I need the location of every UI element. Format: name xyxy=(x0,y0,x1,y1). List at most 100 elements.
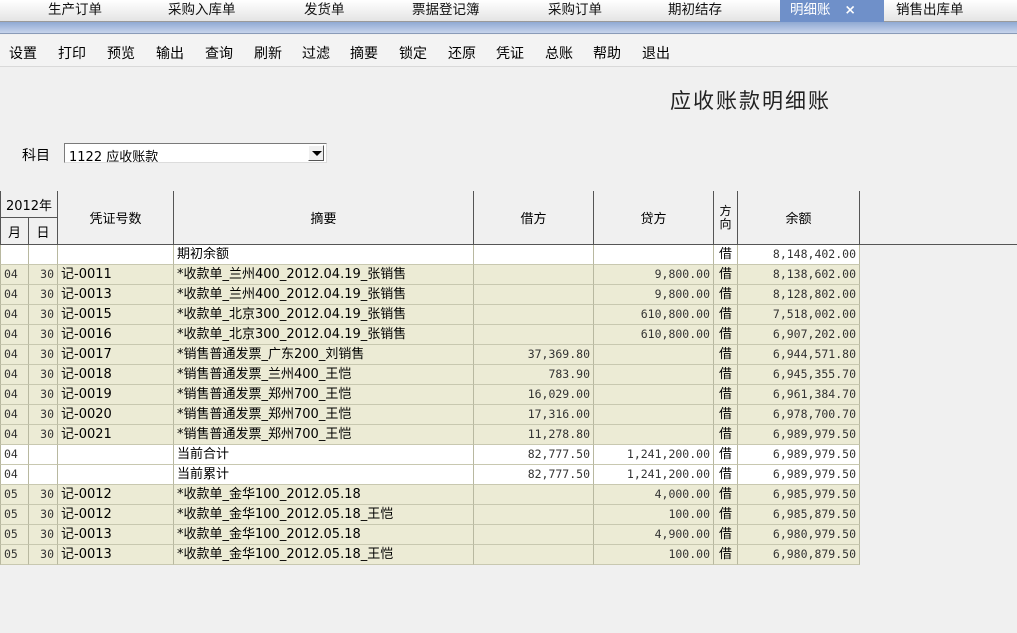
tab-production-order[interactable]: 生产订单 xyxy=(48,0,102,22)
settings-button[interactable]: 设置 xyxy=(9,43,37,63)
table-row[interactable]: 04 当前累计 82,777.50 1,241,200.00 借 6,989,979.50 xyxy=(0,465,860,485)
cell-direction: 借 xyxy=(714,485,738,505)
tab-sales-outbound[interactable]: 销售出库单 xyxy=(896,0,964,22)
general-ledger-button[interactable]: 总账 xyxy=(545,43,573,63)
subject-select[interactable]: 1122 应收账款 xyxy=(64,143,327,165)
cell-summary: *销售普通发票_郑州700_王恺 xyxy=(174,385,474,405)
tab-detail-ledger[interactable]: 明细账 × xyxy=(780,0,884,22)
cell-voucher xyxy=(58,445,174,465)
table-row[interactable]: 04 30 记-0017 *销售普通发票_广东200_刘销售 37,369.80 借 6,9… xyxy=(0,345,860,365)
cell-direction: 借 xyxy=(714,425,738,445)
table-row[interactable]: 04 30 记-0013 *收款单_兰州400_2012.04.19_张销售 9,800… xyxy=(0,285,860,305)
cell-day: 30 xyxy=(29,525,58,545)
cell-month: 05 xyxy=(0,545,29,565)
cell-debit: 82,777.50 xyxy=(474,445,594,465)
tab-purchase-order[interactable]: 采购订单 xyxy=(548,0,602,22)
cell-day: 30 xyxy=(29,405,58,425)
cell-balance: 6,978,700.70 xyxy=(738,405,860,425)
cell-day: 30 xyxy=(29,425,58,445)
table-row[interactable]: 05 30 记-0013 *收款单_金华100_2012.05.18 4,900.00 借… xyxy=(0,525,860,545)
restore-button[interactable]: 还原 xyxy=(448,43,476,63)
cell-summary: 期初余额 xyxy=(174,245,474,265)
cell-balance: 6,944,571.80 xyxy=(738,345,860,365)
cell-voucher: 记-0018 xyxy=(58,365,174,385)
cell-credit xyxy=(594,405,714,425)
cell-direction: 借 xyxy=(714,525,738,545)
header-balance: 余额 xyxy=(738,191,860,245)
filter-button[interactable]: 过滤 xyxy=(302,43,330,63)
close-icon[interactable]: × xyxy=(845,2,856,18)
cell-month: 05 xyxy=(0,485,29,505)
table-row[interactable]: 05 30 记-0012 *收款单_金华100_2012.05.18 4,000.00 借… xyxy=(0,485,860,505)
cell-summary: 当前累计 xyxy=(174,465,474,485)
cell-month: 04 xyxy=(0,265,29,285)
cell-summary: *收款单_北京300_2012.04.19_张销售 xyxy=(174,305,474,325)
cell-day: 30 xyxy=(29,385,58,405)
cell-month: 05 xyxy=(0,505,29,525)
table-row[interactable]: 04 当前合计 82,777.50 1,241,200.00 借 6,989,979.50 xyxy=(0,445,860,465)
exit-button[interactable]: 退出 xyxy=(642,43,670,63)
cell-credit xyxy=(594,345,714,365)
table-row[interactable]: 04 30 记-0011 *收款单_兰州400_2012.04.19_张销售 9,800… xyxy=(0,265,860,285)
cell-month: 04 xyxy=(0,405,29,425)
cell-debit xyxy=(474,505,594,525)
cell-balance: 6,961,384.70 xyxy=(738,385,860,405)
cell-credit: 4,900.00 xyxy=(594,525,714,545)
cell-direction: 借 xyxy=(714,385,738,405)
cell-month xyxy=(0,245,29,265)
tab-delivery-note[interactable]: 发货单 xyxy=(304,0,345,22)
cell-voucher: 记-0012 xyxy=(58,485,174,505)
help-button[interactable]: 帮助 xyxy=(593,43,621,63)
summary-button[interactable]: 摘要 xyxy=(350,43,378,63)
voucher-button[interactable]: 凭证 xyxy=(496,43,524,63)
query-button[interactable]: 查询 xyxy=(205,43,233,63)
chevron-down-icon[interactable] xyxy=(308,145,324,161)
cell-credit: 9,800.00 xyxy=(594,285,714,305)
preview-button[interactable]: 预览 xyxy=(107,43,135,63)
cell-debit xyxy=(474,525,594,545)
cell-day: 30 xyxy=(29,305,58,325)
cell-credit: 1,241,200.00 xyxy=(594,445,714,465)
table-row[interactable]: 04 30 记-0018 *销售普通发票_兰州400_王恺 783.90 借 6,945,3… xyxy=(0,365,860,385)
cell-credit xyxy=(594,425,714,445)
lock-button[interactable]: 锁定 xyxy=(399,43,427,63)
cell-credit: 610,800.00 xyxy=(594,325,714,345)
cell-debit xyxy=(474,325,594,345)
table-row[interactable]: 期初余额 借 8,148,402.00 xyxy=(0,245,860,265)
cell-voucher xyxy=(58,465,174,485)
cell-month: 04 xyxy=(0,425,29,445)
cell-voucher: 记-0021 xyxy=(58,425,174,445)
table-row[interactable]: 04 30 记-0016 *收款单_北京300_2012.04.19_张销售 610,8… xyxy=(0,325,860,345)
cell-balance: 7,518,002.00 xyxy=(738,305,860,325)
cell-summary: *收款单_金华100_2012.05.18 xyxy=(174,485,474,505)
table-row[interactable]: 04 30 记-0020 *销售普通发票_郑州700_王恺 17,316.00 借 6,97… xyxy=(0,405,860,425)
table-row[interactable]: 04 30 记-0021 *销售普通发票_郑州700_王恺 11,278.80 借 6,98… xyxy=(0,425,860,445)
cell-direction: 借 xyxy=(714,265,738,285)
tab-purchase-receipt[interactable]: 采购入库单 xyxy=(168,0,236,22)
print-button[interactable]: 打印 xyxy=(58,43,86,63)
cell-voucher: 记-0017 xyxy=(58,345,174,365)
header-year: 2012年 xyxy=(0,191,58,218)
table-row[interactable]: 04 30 记-0015 *收款单_北京300_2012.04.19_张销售 610,8… xyxy=(0,305,860,325)
cell-voucher: 记-0016 xyxy=(58,325,174,345)
tab-opening-balance[interactable]: 期初结存 xyxy=(668,0,722,22)
tab-bill-register[interactable]: 票据登记簿 xyxy=(412,0,480,22)
refresh-button[interactable]: 刷新 xyxy=(254,43,282,63)
cell-month: 05 xyxy=(0,525,29,545)
cell-day: 30 xyxy=(29,345,58,365)
cell-direction: 借 xyxy=(714,545,738,565)
table-row[interactable]: 05 30 记-0013 *收款单_金华100_2012.05.18_王恺 100.00… xyxy=(0,545,860,565)
cell-voucher xyxy=(58,245,174,265)
cell-day xyxy=(29,245,58,265)
header-voucher: 凭证号数 xyxy=(58,191,174,245)
export-button[interactable]: 输出 xyxy=(156,43,184,63)
cell-balance: 6,907,202.00 xyxy=(738,325,860,345)
table-row[interactable]: 05 30 记-0012 *收款单_金华100_2012.05.18_王恺 100.00… xyxy=(0,505,860,525)
cell-month: 04 xyxy=(0,345,29,365)
cell-month: 04 xyxy=(0,305,29,325)
cell-credit: 9,800.00 xyxy=(594,265,714,285)
cell-balance: 8,128,802.00 xyxy=(738,285,860,305)
cell-credit xyxy=(594,365,714,385)
table-row[interactable]: 04 30 记-0019 *销售普通发票_郑州700_王恺 16,029.00 借 6,96… xyxy=(0,385,860,405)
cell-summary: *收款单_北京300_2012.04.19_张销售 xyxy=(174,325,474,345)
